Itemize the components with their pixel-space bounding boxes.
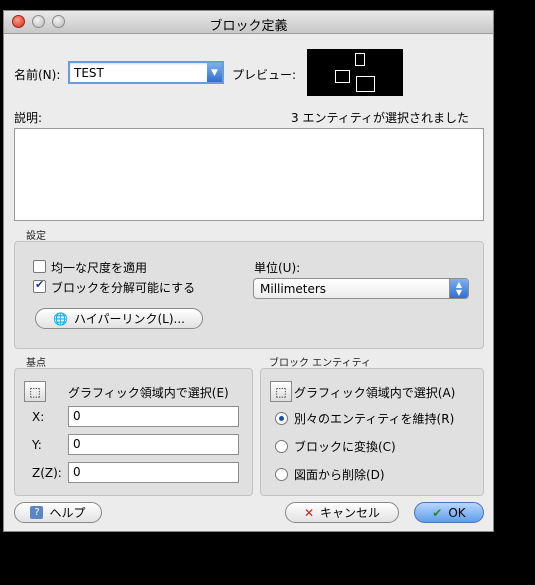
preview-shape-2 bbox=[335, 70, 350, 83]
z-field[interactable]: 0 bbox=[68, 462, 239, 483]
delete-from-drawing-radio[interactable] bbox=[275, 468, 288, 481]
description-label: 説明: bbox=[14, 111, 43, 125]
block-entities-group: ⬚ グラフィック領域内で選択(A) 別々のエンティティを維持(R) ブロックに変… bbox=[260, 368, 484, 496]
block-preview bbox=[307, 49, 403, 96]
y-label: Y: bbox=[32, 438, 42, 452]
cancel-x-icon: ✕ bbox=[303, 505, 315, 520]
hyperlink-label: ハイパーリンク(L)... bbox=[73, 312, 185, 326]
retain-entities-radio[interactable] bbox=[275, 412, 288, 425]
name-value: TEST bbox=[74, 66, 104, 80]
retain-entities-label: 別々のエンティティを維持(R) bbox=[294, 412, 455, 426]
pick-entities-label: グラフィック領域内で選択(A) bbox=[294, 386, 456, 400]
z-label: Z(Z): bbox=[32, 466, 62, 480]
units-select[interactable]: Millimeters ▲ ▼ bbox=[253, 278, 469, 299]
hyperlink-globe-icon: 🌐 bbox=[53, 311, 68, 326]
uniform-scale-label: 均一な尺度を適用 bbox=[51, 261, 148, 275]
help-icon: ? bbox=[30, 506, 44, 519]
ok-label: OK bbox=[448, 505, 466, 520]
allow-explode-checkbox[interactable] bbox=[33, 278, 46, 293]
convert-to-block-radio[interactable] bbox=[275, 440, 288, 453]
title-bar: ブロック定義 bbox=[4, 11, 493, 34]
base-point-group-label: 基点 bbox=[26, 358, 46, 369]
pick-base-point-label: グラフィック領域内で選択(E) bbox=[68, 386, 229, 400]
x-label: X: bbox=[32, 410, 45, 424]
help-label: ヘルプ bbox=[49, 506, 86, 520]
convert-to-block-label: ブロックに変換(C) bbox=[294, 440, 396, 454]
ok-button[interactable]: ✔ OK bbox=[414, 502, 484, 523]
description-textarea[interactable] bbox=[14, 128, 484, 221]
delete-from-drawing-label: 図面から削除(D) bbox=[294, 468, 385, 482]
hyperlink-button[interactable]: 🌐 ハイパーリンク(L)... bbox=[35, 308, 203, 329]
units-value: Millimeters bbox=[260, 282, 327, 296]
units-stepper-icon: ▲ ▼ bbox=[449, 279, 468, 298]
name-label: 名前(N): bbox=[14, 68, 61, 82]
pick-entities-icon[interactable]: ⬚ bbox=[270, 381, 292, 402]
preview-label: プレビュー: bbox=[232, 68, 297, 82]
ok-check-icon: ✔ bbox=[432, 505, 443, 520]
base-point-group: ⬚ グラフィック領域内で選択(E) X: 0 Y: 0 Z(Z): 0 bbox=[14, 368, 253, 496]
units-label: 単位(U): bbox=[254, 261, 301, 275]
cancel-label: キャンセル bbox=[320, 506, 381, 520]
selection-status: 3 エンティティが選択されました bbox=[291, 111, 470, 125]
cancel-button[interactable]: ✕ キャンセル bbox=[285, 502, 399, 523]
y-field[interactable]: 0 bbox=[68, 434, 239, 455]
settings-group-label: 設定 bbox=[26, 231, 46, 242]
preview-shape-3 bbox=[356, 76, 375, 92]
name-dropdown-arrow-icon[interactable]: ▼ bbox=[207, 63, 222, 82]
window-title: ブロック定義 bbox=[209, 19, 288, 34]
preview-shape-1 bbox=[355, 53, 365, 66]
help-button[interactable]: ? ヘルプ bbox=[14, 502, 102, 523]
block-definition-window: ブロック定義 名前(N): TEST ▼ プレビュー: 説明: 3 エンティティ… bbox=[3, 10, 494, 532]
name-combobox[interactable]: TEST ▼ bbox=[68, 61, 224, 84]
allow-explode-label: ブロックを分解可能にする bbox=[51, 281, 196, 295]
block-entities-group-label: ブロック エンティティ bbox=[269, 358, 371, 369]
pick-base-point-icon[interactable]: ⬚ bbox=[24, 381, 46, 402]
x-field[interactable]: 0 bbox=[68, 406, 239, 427]
uniform-scale-checkbox[interactable] bbox=[33, 260, 46, 273]
